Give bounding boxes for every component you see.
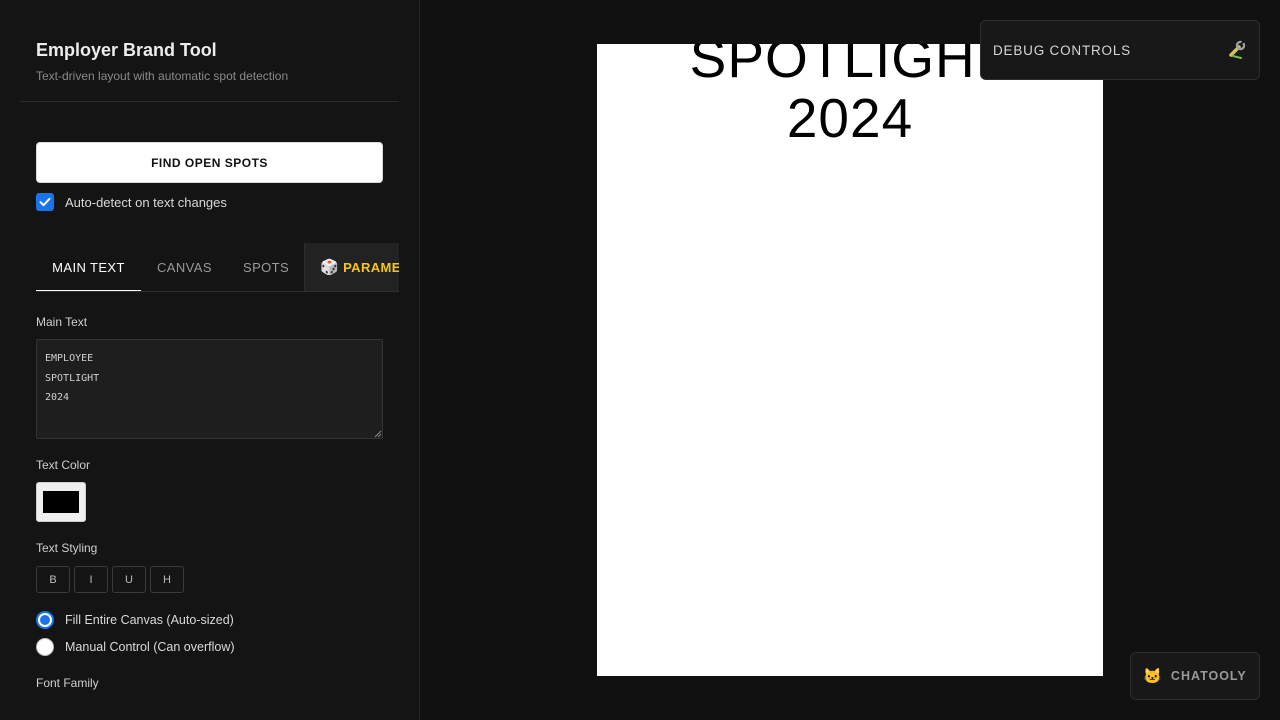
text-color-swatch — [43, 491, 79, 513]
tab-parameters-label: PARAMETERS — [343, 259, 399, 275]
tab-parameters[interactable]: 🎲 PARAMETERS — [304, 243, 399, 291]
wrench-icon — [1229, 40, 1246, 59]
fill-canvas-option[interactable]: Fill Entire Canvas (Auto-sized) — [36, 611, 234, 629]
tab-main-text[interactable]: MAIN TEXT — [36, 243, 141, 291]
auto-detect-label: Auto-detect on text changes — [65, 194, 227, 210]
chatooly-label: CHATOOLY — [1170, 669, 1247, 683]
tab-canvas[interactable]: CANVAS — [157, 243, 212, 291]
fill-canvas-label: Fill Entire Canvas (Auto-sized) — [65, 613, 234, 627]
manual-control-option[interactable]: Manual Control (Can overflow) — [36, 638, 235, 656]
settings-tabs: MAIN TEXT CANVAS SPOTS 🎲 PARAMETERS — [36, 243, 399, 292]
canvas-stage: SPOTLIGHT 2024 — [420, 0, 1280, 720]
tab-spots[interactable]: SPOTS — [243, 243, 289, 291]
bold-button[interactable]: B — [36, 566, 70, 593]
cat-icon: 🐱 — [1143, 668, 1162, 685]
underline-button[interactable]: U — [112, 566, 146, 593]
resize-grip-icon[interactable] — [374, 430, 382, 438]
app: Employer Brand Tool Text-driven layout w… — [0, 0, 1280, 720]
italic-button[interactable]: I — [74, 566, 108, 593]
manual-control-label: Manual Control (Can overflow) — [65, 640, 235, 654]
app-subtitle: Text-driven layout with automatic spot d… — [36, 69, 289, 83]
text-color-picker[interactable] — [36, 482, 86, 522]
design-canvas[interactable]: SPOTLIGHT 2024 — [597, 44, 1103, 676]
checkmark-icon — [39, 197, 51, 207]
text-color-label: Text Color — [36, 458, 91, 472]
sidebar: Employer Brand Tool Text-driven layout w… — [0, 0, 420, 720]
app-title: Employer Brand Tool — [36, 40, 217, 60]
main-text-label: Main Text — [36, 315, 88, 329]
auto-detect-checkbox[interactable] — [36, 193, 54, 211]
chatooly-button[interactable]: 🐱 CHATOOLY — [1130, 652, 1260, 700]
dice-icon: 🎲 — [320, 259, 340, 276]
highlight-button[interactable]: H — [150, 566, 184, 593]
text-styling-label: Text Styling — [36, 541, 98, 555]
font-family-label: Font Family — [36, 676, 99, 690]
manual-control-radio[interactable] — [36, 638, 54, 656]
canvas-text-line: 2024 — [786, 87, 914, 149]
fill-canvas-radio[interactable] — [36, 611, 54, 629]
sidebar-header: Employer Brand Tool Text-driven layout w… — [20, 0, 399, 102]
debug-controls-title: DEBUG CONTROLS — [993, 42, 1131, 58]
auto-detect-toggle[interactable]: Auto-detect on text changes — [36, 193, 227, 211]
main-text-input[interactable]: EMPLOYEE SPOTLIGHT 2024 — [36, 339, 383, 439]
debug-controls-panel[interactable]: DEBUG CONTROLS — [980, 20, 1260, 80]
find-open-spots-button[interactable]: FIND OPEN SPOTS — [36, 142, 383, 183]
text-styling-buttons: B I U H — [36, 566, 184, 593]
